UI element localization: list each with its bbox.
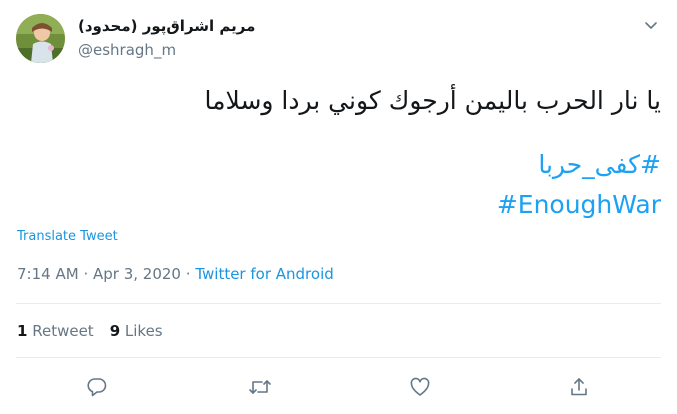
- chevron-down-icon: [645, 22, 657, 29]
- reply-icon: [87, 378, 107, 397]
- meta-separator: ·: [185, 265, 191, 283]
- translate-tweet-link[interactable]: Translate Tweet: [17, 229, 118, 244]
- hashtag-link[interactable]: #EnoughWar: [497, 190, 661, 220]
- share-icon: [571, 378, 587, 396]
- likes-label: Likes: [124, 322, 163, 340]
- divider: [16, 357, 661, 358]
- tweet-card: مریم اشراق‌پور (محدود) @eshragh_m يا نار…: [0, 0, 677, 414]
- share-button[interactable]: [566, 374, 592, 400]
- retweets-label: Retweet: [32, 322, 94, 340]
- retweets-count: 1: [17, 322, 28, 340]
- retweet-icon: [249, 380, 271, 394]
- reply-button[interactable]: [84, 374, 110, 400]
- meta-separator: ·: [83, 265, 89, 283]
- tweet-text: يا نار الحرب باليمن أرجوك كوني بردا وسلا…: [204, 86, 661, 115]
- like-button[interactable]: [407, 374, 433, 400]
- user-handle[interactable]: @eshragh_m: [78, 41, 176, 59]
- more-options-button[interactable]: [638, 12, 664, 38]
- divider: [16, 303, 661, 304]
- avatar[interactable]: [16, 14, 65, 63]
- retweets-stat[interactable]: 1 Retweet: [17, 322, 94, 340]
- likes-stat[interactable]: 9 Likes: [110, 322, 163, 340]
- likes-count: 9: [109, 322, 121, 340]
- tweet-source-link[interactable]: Twitter for Android: [195, 265, 333, 283]
- avatar-photo-icon: [16, 14, 65, 63]
- like-icon: [410, 377, 430, 396]
- retweet-button[interactable]: [247, 374, 273, 400]
- tweet-meta: 7:14 AM · Apr 3, 2020 · Twitter for Andr…: [17, 265, 334, 283]
- tweet-stats: 1 Retweet 9 Likes: [17, 322, 163, 340]
- hashtag-link[interactable]: #كفى_حربا: [538, 150, 661, 180]
- tweet-time[interactable]: 7:14 AM: [17, 265, 79, 283]
- display-name[interactable]: مریم اشراق‌پور (محدود): [78, 17, 255, 35]
- tweet-date[interactable]: Apr 3, 2020: [93, 265, 181, 283]
